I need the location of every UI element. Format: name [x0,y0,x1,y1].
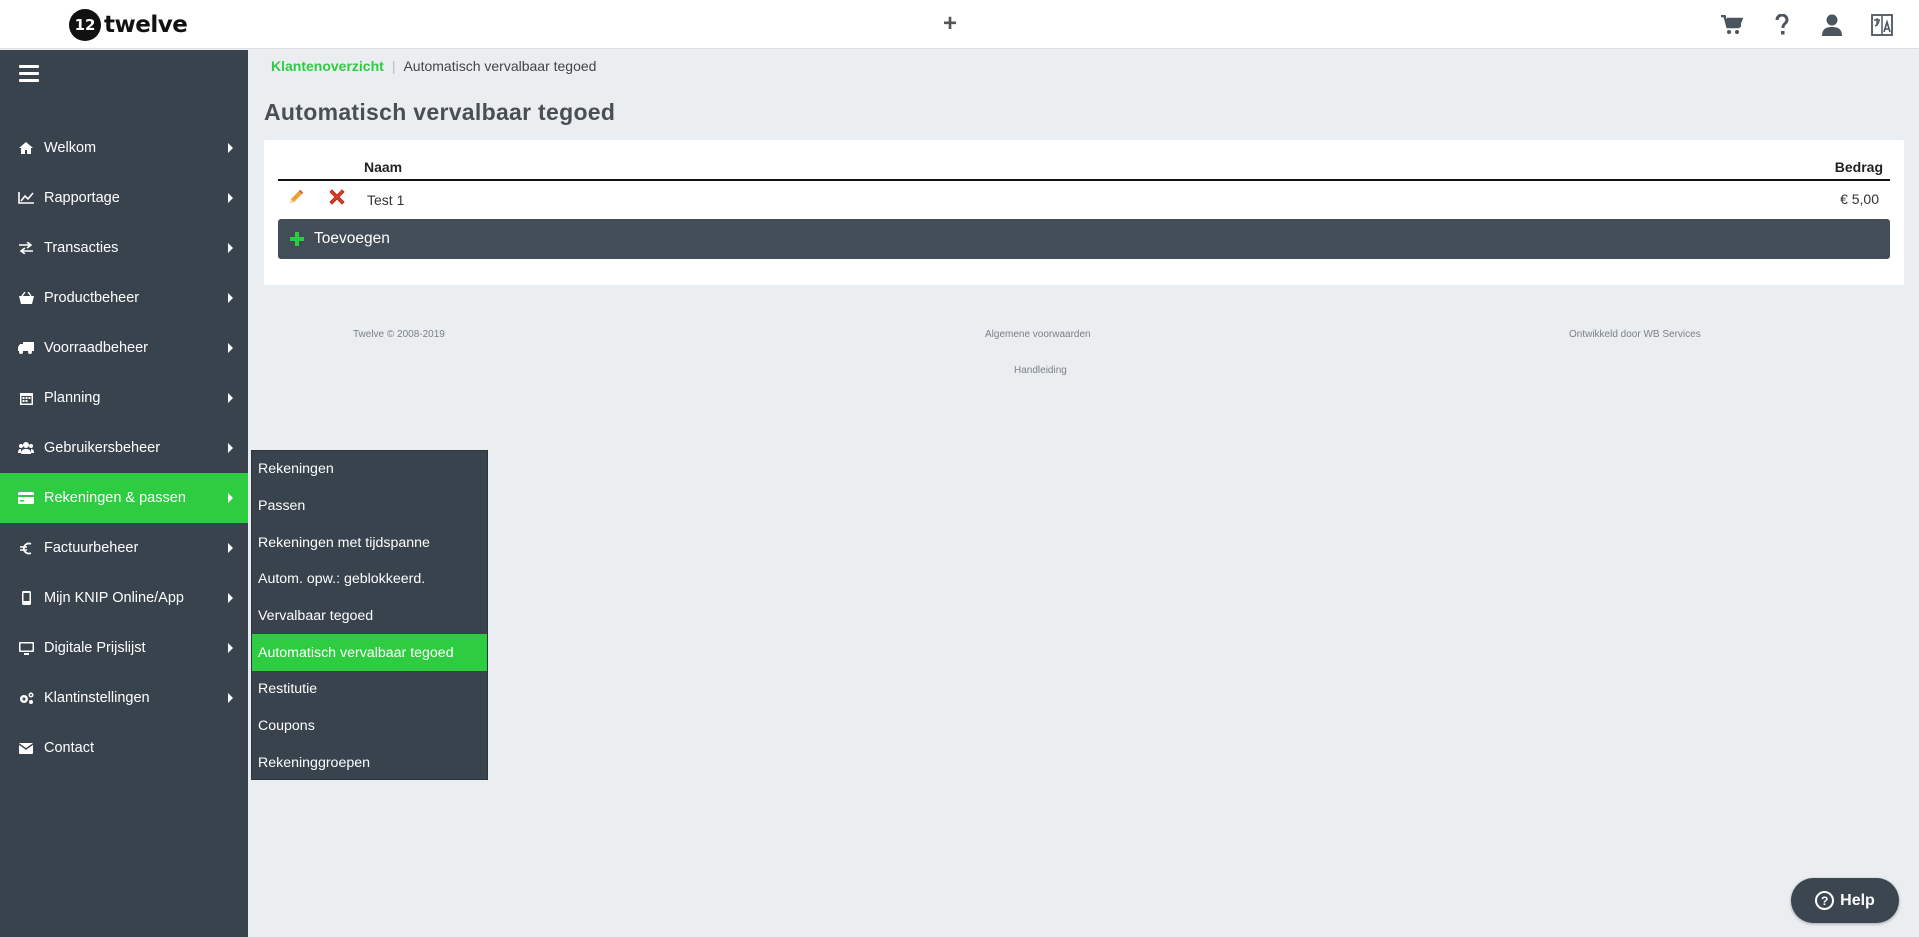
help-circle-icon: ? [1815,891,1835,910]
sidebar-item-label: Rekeningen & passen [44,490,186,506]
euro-icon [18,541,34,555]
submenu-item-coupons[interactable]: Coupons [252,708,487,745]
sidebar-item-rekeningen-passen[interactable]: Rekeningen & passen [0,473,248,523]
caret-right-icon [228,493,233,503]
sidebar-item-contact[interactable]: Contact [0,723,248,773]
logo-mark: 12 [69,9,101,41]
submenu-item-autom-geblokkeerd[interactable]: Autom. opw.: geblokkeerd. [252,561,487,598]
sidebar-item-label: Voorraadbeheer [44,340,148,356]
chart-icon [18,191,34,205]
help-button[interactable]: ? Help [1791,878,1899,923]
caret-right-icon [228,643,233,653]
help-button-label: Help [1840,891,1875,909]
caret-right-icon [228,143,233,153]
breadcrumb: Klantenoverzicht | Automatisch vervalbaa… [271,58,596,74]
footer-copyright: Twelve © 2008-2019 [353,329,445,340]
credit-card-icon [18,491,34,505]
footer-manual-link[interactable]: Handleiding [1014,365,1067,376]
footer-developer: Ontwikkeld door WB Services [1569,329,1701,340]
content-panel: Naam Bedrag Test 1 € 5,00 Toevoegen [264,140,1904,285]
sidebar-item-productbeheer[interactable]: Productbeheer [0,273,248,323]
caret-right-icon [228,693,233,703]
caret-right-icon [228,393,233,403]
sidebar: Welkom Rapportage Transacties Productbeh… [0,50,248,937]
user-icon[interactable] [1807,12,1857,38]
row-name: Test 1 [367,192,405,208]
sidebar-item-label: Welkom [44,140,97,156]
sidebar-nav: Welkom Rapportage Transacties Productbeh… [0,123,248,773]
home-icon [18,141,34,155]
top-icons [1707,12,1907,38]
language-icon[interactable] [1857,12,1907,38]
monitor-icon [18,641,34,655]
column-header-name[interactable]: Naam [364,159,402,175]
sidebar-item-digitale-prijslijst[interactable]: Digitale Prijslijst [0,623,248,673]
column-header-amount[interactable]: Bedrag [1835,159,1883,175]
caret-right-icon [228,193,233,203]
sidebar-item-rapportage[interactable]: Rapportage [0,173,248,223]
row-amount: € 5,00 [1840,191,1879,207]
sidebar-item-gebruikersbeheer[interactable]: Gebruikersbeheer [0,423,248,473]
rekeningen-submenu: Rekeningen Passen Rekeningen met tijdspa… [251,450,488,780]
sidebar-item-label: Productbeheer [44,290,140,306]
add-button-label: Toevoegen [314,230,390,247]
caret-right-icon [228,543,233,553]
sidebar-item-label: Klantinstellingen [44,690,150,706]
plus-icon [290,232,304,246]
sidebar-item-factuurbeheer[interactable]: Factuurbeheer [0,523,248,573]
sidebar-item-transacties[interactable]: Transacties [0,223,248,273]
twelve-logo[interactable]: 12 twelve [69,9,188,41]
submenu-item-automatisch-vervalbaar-tegoed[interactable]: Automatisch vervalbaar tegoed [252,634,487,672]
sidebar-item-label: Planning [44,390,101,406]
sidebar-item-label: Mijn KNIP Online/App [44,590,184,606]
mobile-icon [18,591,34,605]
sidebar-item-klantinstellingen[interactable]: Klantinstellingen [0,673,248,723]
sidebar-item-mijn-knip[interactable]: Mijn KNIP Online/App [0,573,248,623]
truck-icon [18,341,34,355]
caret-right-icon [228,593,233,603]
cogs-icon [18,691,34,705]
caret-right-icon [228,243,233,253]
sidebar-item-planning[interactable]: Planning [0,373,248,423]
submenu-item-restitutie[interactable]: Restitutie [252,671,487,708]
add-button[interactable]: Toevoegen [278,219,1890,259]
caret-right-icon [228,343,233,353]
sidebar-item-label: Gebruikersbeheer [44,440,161,456]
calendar-icon [18,391,34,405]
sidebar-item-label: Rapportage [44,190,120,206]
add-shortcut-button[interactable]: + [943,10,957,38]
cart-icon[interactable] [1707,12,1757,38]
submenu-item-rekeningen-tijdspanne[interactable]: Rekeningen met tijdspanne [252,524,487,561]
hamburger-menu-icon[interactable] [19,65,39,82]
top-bar: 12 twelve + [0,0,1919,49]
submenu-item-rekeningen[interactable]: Rekeningen [252,451,487,488]
table-header: Naam Bedrag [278,159,1890,181]
footer-terms-link[interactable]: Algemene voorwaarden [985,329,1091,340]
pencil-edit-icon[interactable] [288,189,304,208]
sidebar-item-voorraadbeheer[interactable]: Voorraadbeheer [0,323,248,373]
breadcrumb-current: Automatisch vervalbaar tegoed [403,58,597,74]
table-row: Test 1 € 5,00 [278,183,1890,216]
sidebar-item-label: Transacties [44,240,119,256]
breadcrumb-separator: | [391,58,396,74]
submenu-item-vervalbaar-tegoed[interactable]: Vervalbaar tegoed [252,598,487,635]
users-icon [18,441,34,455]
submenu-item-rekeninggroepen[interactable]: Rekeninggroepen [252,745,487,782]
help-question-icon[interactable] [1757,12,1807,38]
caret-right-icon [228,293,233,303]
logo-text: twelve [104,12,188,38]
submenu-item-passen[interactable]: Passen [252,488,487,525]
sidebar-item-label: Digitale Prijslijst [44,640,146,656]
page-title: Automatisch vervalbaar tegoed [264,99,616,125]
caret-right-icon [228,443,233,453]
envelope-icon [18,741,34,755]
breadcrumb-link-klantenoverzicht[interactable]: Klantenoverzicht [271,58,384,74]
sidebar-item-label: Factuurbeheer [44,540,139,556]
basket-icon [18,291,34,305]
sidebar-item-welkom[interactable]: Welkom [0,123,248,173]
delete-x-icon[interactable] [328,188,346,209]
sidebar-item-label: Contact [44,740,94,756]
exchange-icon [18,241,34,255]
